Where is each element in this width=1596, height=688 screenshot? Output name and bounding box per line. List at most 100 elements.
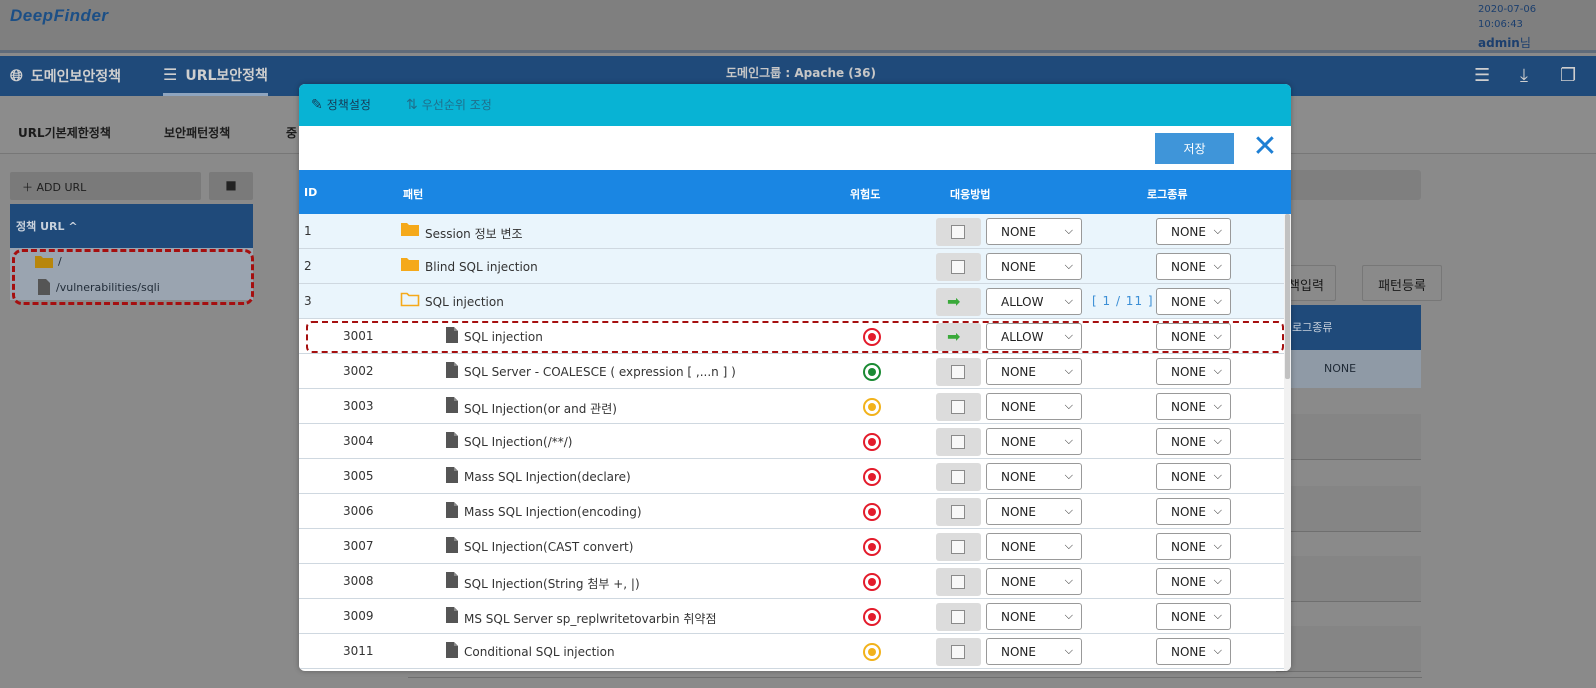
action-select[interactable]: NONE ⌵ [986, 393, 1082, 420]
row-pattern[interactable]: Session 정보 변조 [425, 225, 523, 242]
modal-header: ✎ 정책설정 ⇅ 우선순위 조정 [299, 84, 1291, 126]
action-select-value: NONE [1001, 505, 1036, 519]
action-select[interactable]: NONE ⌵ [986, 533, 1082, 560]
row-pattern: SQL Injection(String 첨부 +, |) [464, 577, 640, 591]
action-toggle-button[interactable] [936, 568, 981, 596]
log-type-select[interactable]: NONE ⌵ [1156, 533, 1231, 560]
log-type-select-value: NONE [1171, 435, 1206, 449]
table-row[interactable]: 2 Blind SQL injection NONE ⌵ NONE ⌵ [299, 249, 1284, 284]
pattern-register-button[interactable]: 패턴등록 [1362, 265, 1442, 301]
log-type-select[interactable]: NONE ⌵ [1156, 463, 1231, 490]
highlight-box-url [12, 249, 254, 305]
nav-url-policy[interactable]: ☰ URL보안정책 [163, 56, 268, 96]
log-type-select[interactable]: NONE ⌵ [1156, 428, 1231, 455]
action-select-value: NONE [1001, 225, 1036, 239]
table-row[interactable]: 3003 SQL Injection(or and 관련) NONE ⌵ NONE ⌵ [299, 389, 1284, 424]
table-row[interactable]: 3009 MS SQL Server sp_replwritetovarbin 취… [299, 599, 1284, 634]
close-icon[interactable]: ✕ [1251, 132, 1279, 162]
log-type-select[interactable]: NONE ⌵ [1156, 393, 1231, 420]
action-select-value: NONE [1001, 610, 1036, 624]
action-select-value: NONE [1001, 435, 1036, 449]
action-select[interactable]: NONE ⌵ [986, 463, 1082, 490]
list-view-icon[interactable]: ☰ [1474, 65, 1490, 86]
file-icon [445, 571, 459, 592]
folder-icon[interactable] [400, 221, 420, 240]
save-button[interactable]: 저장 [1155, 133, 1234, 164]
chevron-down-icon: ⌵ [1064, 294, 1073, 307]
pager-indicator[interactable]: [ 1 / 11 ] [1092, 294, 1154, 308]
subtab-security-pattern[interactable]: 보안패턴정책 [164, 124, 230, 141]
action-toggle-button[interactable] [936, 638, 981, 666]
action-select[interactable]: NONE ⌵ [986, 568, 1082, 595]
checkbox-icon [951, 645, 965, 659]
action-toggle-button[interactable] [936, 393, 981, 421]
chevron-down-icon: ⌵ [1213, 609, 1222, 622]
subtab-url-basic[interactable]: URL기본제한정책 [18, 124, 111, 141]
folder-open-icon[interactable] [400, 291, 420, 310]
nav-domain-policy-label: 도메인보안정책 [30, 69, 121, 85]
chevron-down-icon: ⌵ [1064, 504, 1073, 517]
log-type-select[interactable]: NONE ⌵ [1156, 638, 1231, 665]
log-type-select[interactable]: NONE ⌵ [1156, 218, 1231, 245]
action-toggle-button[interactable] [936, 358, 981, 386]
action-select[interactable]: NONE ⌵ [986, 428, 1082, 455]
table-row[interactable]: 3007 SQL Injection(CAST convert) NONE ⌵ NONE… [299, 529, 1284, 564]
scrollbar-thumb[interactable] [1285, 214, 1290, 379]
table-row[interactable]: 3005 Mass SQL Injection(declare) NONE ⌵ NONE… [299, 459, 1284, 494]
username[interactable]: admin [1478, 36, 1520, 50]
sort-up-icon: ^ [68, 220, 78, 233]
action-select[interactable]: NONE ⌵ [986, 253, 1082, 280]
table-row[interactable]: 3002 SQL Server - COALESCE ( expression [… [299, 354, 1284, 389]
nav-domain-policy[interactable]: 🌐︎ 도메인보안정책 [10, 56, 121, 96]
add-url-label: ADD URL [36, 181, 87, 194]
action-select[interactable]: NONE ⌵ [986, 218, 1082, 245]
action-select[interactable]: NONE ⌵ [986, 638, 1082, 665]
log-type-select-value: NONE [1171, 610, 1206, 624]
log-type-select[interactable]: NONE ⌵ [1156, 288, 1231, 315]
policy-modal: ✎ 정책설정 ⇅ 우선순위 조정 저장 ✕ ID 패턴 위험도 대응방법 로그종… [299, 84, 1291, 671]
right-panel-row [1276, 626, 1421, 672]
action-select[interactable]: ALLOW ⌵ [986, 288, 1082, 315]
file-icon [445, 396, 459, 417]
policy-url-header[interactable]: 정책 URL ^ [10, 204, 253, 248]
delete-url-button[interactable]: ■ [209, 172, 253, 200]
table-row[interactable]: 3004 SQL Injection(/**/) NONE ⌵ NONE ⌵ [299, 424, 1284, 459]
subtab-other[interactable]: 중 [286, 124, 297, 141]
log-type-select[interactable]: NONE ⌵ [1156, 498, 1231, 525]
row-id: 3008 [343, 574, 374, 588]
action-select[interactable]: NONE ⌵ [986, 498, 1082, 525]
checkbox-icon [951, 260, 965, 274]
action-toggle-button[interactable] [936, 498, 981, 526]
table-row[interactable]: 3 SQL injection ➡ ALLOW ⌵ [ 1 / 11 ] NONE ⌵ [299, 284, 1284, 319]
table-row[interactable]: 1 Session 정보 변조 NONE ⌵ NONE ⌵ [299, 214, 1284, 249]
log-type-select-value: NONE [1171, 365, 1206, 379]
row-pattern[interactable]: SQL injection [425, 295, 504, 309]
log-type-select[interactable]: NONE ⌵ [1156, 603, 1231, 630]
copy-icon[interactable]: ❐ [1560, 65, 1576, 86]
folder-icon[interactable] [400, 256, 420, 275]
download-icon[interactable]: ⤓ [1520, 65, 1528, 86]
chevron-down-icon: ⌵ [1064, 364, 1073, 377]
add-url-button[interactable]: ＋ ADD URL [10, 172, 201, 200]
action-toggle-button[interactable] [936, 253, 981, 281]
row-pattern[interactable]: Blind SQL injection [425, 260, 538, 274]
action-toggle-button[interactable] [936, 428, 981, 456]
action-toggle-button[interactable] [936, 463, 981, 491]
action-toggle-button[interactable] [936, 603, 981, 631]
table-row[interactable]: 3011 Conditional SQL injection NONE ⌵ NONE ⌵ [299, 634, 1284, 669]
tab-policy-settings[interactable]: ✎ 정책설정 [311, 96, 371, 113]
action-toggle-button[interactable] [936, 533, 981, 561]
action-select[interactable]: NONE ⌵ [986, 603, 1082, 630]
log-type-select[interactable]: NONE ⌵ [1156, 358, 1231, 385]
file-icon [445, 641, 459, 662]
action-select[interactable]: NONE ⌵ [986, 358, 1082, 385]
right-log-type-header: 로그종류 [1276, 305, 1421, 350]
table-row[interactable]: 3006 Mass SQL Injection(encoding) NONE ⌵ NON… [299, 494, 1284, 529]
app-logo[interactable]: DeepFinder [10, 6, 109, 26]
table-row[interactable]: 3008 SQL Injection(String 첨부 +, |) NONE ⌵ NO… [299, 564, 1284, 599]
tab-priority[interactable]: ⇅ 우선순위 조정 [406, 96, 492, 113]
log-type-select[interactable]: NONE ⌵ [1156, 253, 1231, 280]
action-toggle-button[interactable]: ➡ [936, 288, 981, 316]
action-toggle-button[interactable] [936, 218, 981, 246]
log-type-select[interactable]: NONE ⌵ [1156, 568, 1231, 595]
